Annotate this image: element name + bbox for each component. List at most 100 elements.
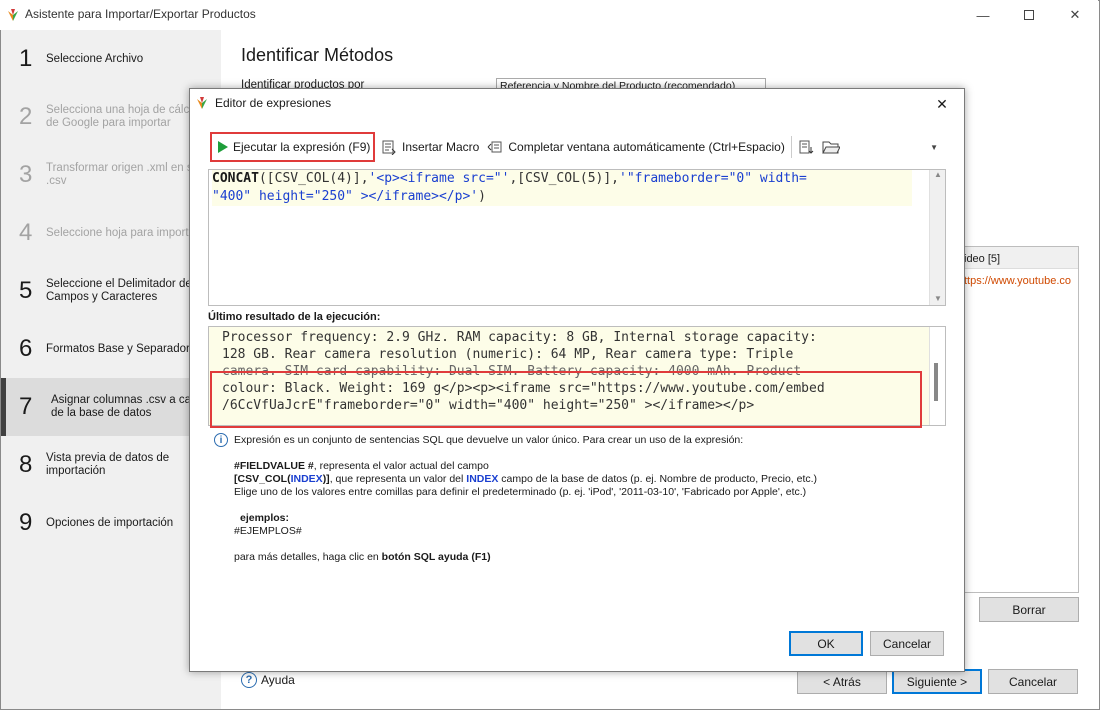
step-label: Opciones de importación [46, 516, 174, 529]
mapping-panel [962, 246, 1079, 593]
autocomplete-button[interactable]: Completar ventana automáticamente (Ctrl+… [483, 133, 788, 161]
step-5[interactable]: 5 Seleccione el Delimitador de Campos y C… [1, 262, 221, 320]
csvcol-open: [CSV_COL( [234, 473, 291, 485]
back-button[interactable]: < Atrás [797, 669, 887, 694]
run-expression-button[interactable]: Ejecutar la expresión (F9) [210, 132, 375, 162]
dialog-close-button[interactable]: ✕ [930, 93, 954, 115]
close-window-button[interactable]: ✕ [1052, 0, 1098, 30]
expr-string: '"frameborder="0" width= [619, 171, 807, 186]
help-icon: ? [241, 672, 257, 688]
fieldvalue-line: #FIELDVALUE #, representa el valor actua… [234, 460, 489, 473]
minimize-icon: — [976, 7, 990, 23]
step-3[interactable]: 3 Transformar origen .xml en s .csv [1, 146, 221, 204]
dialog-title: Editor de expresiones [215, 96, 332, 110]
close-icon: ✕ [1069, 7, 1081, 22]
expression-text[interactable]: CONCAT([CSV_COL(4)],'<p><iframe src="',[… [212, 170, 912, 206]
mapping-column-header: ideo [5] [962, 247, 1078, 269]
ok-button[interactable]: OK [789, 631, 863, 656]
maximize-icon [1024, 10, 1034, 20]
result-scrollbar[interactable] [929, 327, 945, 425]
export-list-icon [799, 140, 814, 154]
chevron-down-icon: ▼ [930, 142, 938, 152]
expr-string: "400" height="250" ></iframe></p>' [212, 189, 479, 204]
fieldvalue-desc: , representa el valor actual del campo [313, 460, 489, 472]
cancel-button[interactable]: Cancelar [870, 631, 944, 656]
fieldvalue-token: #FIELDVALUE # [234, 460, 314, 472]
borrar-button[interactable]: Borrar [979, 597, 1079, 622]
maximize-button[interactable] [1006, 0, 1052, 30]
page-title: Identificar Métodos [241, 45, 394, 65]
step-6[interactable]: 6 Formatos Base y Separadores [1, 320, 221, 378]
editor-scrollbar[interactable]: ▲ ▼ [929, 170, 945, 305]
result-highlight-box [210, 371, 922, 428]
quote-line: Elige uno de los valores entre comillas … [234, 486, 807, 498]
step-number: 3 [19, 161, 33, 188]
step-number: 7 [19, 393, 33, 420]
titlebar: Asistente para Importar/Exportar Product… [0, 0, 1098, 30]
step-8[interactable]: 8 Vista previa de datos de importación [1, 436, 221, 494]
step-label: Vista previa de datos de importación [46, 452, 170, 477]
expr-part: ,[CSV_COL(5)], [509, 171, 620, 186]
result-line: Processor frequency: 2.9 GHz. RAM capaci… [222, 330, 817, 345]
csvcol-close: )] [322, 473, 330, 485]
step-9[interactable]: 9 Opciones de importación [1, 494, 221, 552]
insert-macro-label: Insertar Macro [402, 140, 480, 154]
export-button[interactable] [794, 133, 818, 161]
expression-editor-dialog: Editor de expresiones ✕ Ejecutar la expr… [189, 88, 965, 672]
details-line: para más detalles, haga clic en botón SQ… [234, 551, 491, 564]
examples-label: ejemplos: [240, 512, 290, 524]
step-number: 5 [19, 277, 33, 304]
editor-toolbar: Ejecutar la expresión (F9) Insertar Macr… [207, 131, 952, 163]
scroll-up-icon: ▲ [934, 170, 942, 179]
insert-macro-button[interactable]: Insertar Macro [377, 133, 483, 161]
folder-icon [822, 141, 840, 154]
expr-part: ([CSV_COL(4)], [258, 171, 369, 186]
open-folder-button[interactable] [818, 133, 844, 161]
wizard-steps-sidebar: 1 Seleccione Archivo 2 Selecciona una hoja… [1, 30, 221, 709]
play-icon [218, 141, 228, 153]
step-number: 1 [19, 45, 33, 72]
details-prefix: para más detalles, haga clic en [234, 551, 382, 563]
app-logo-icon [8, 9, 18, 21]
step-label: Formatos Base y Separadores [46, 342, 202, 355]
minimize-button[interactable]: — [960, 0, 1006, 30]
sql-help-link[interactable]: botón SQL ayuda (F1) [382, 551, 491, 563]
result-line: 128 GB. Rear camera resolution (numeric)… [222, 347, 794, 362]
help-button[interactable]: ? Ayuda [241, 672, 295, 688]
help-label: Ayuda [261, 673, 295, 687]
examples-token: #EJEMPLOS# [234, 525, 302, 537]
step-1[interactable]: 1 Seleccione Archivo [1, 30, 221, 88]
csvcol-index2: INDEX [466, 473, 499, 485]
cancel-wizard-button[interactable]: Cancelar [988, 669, 1078, 694]
step-number: 4 [19, 219, 33, 246]
csvcol-line: [CSV_COL(INDEX)], que representa un valo… [234, 473, 817, 486]
toolbar-overflow-button[interactable]: ▼ [926, 133, 942, 161]
autocomplete-icon [488, 141, 502, 153]
scroll-thumb[interactable] [934, 363, 938, 401]
step-number: 9 [19, 509, 33, 536]
window-title: Asistente para Importar/Exportar Product… [25, 7, 256, 21]
step-label: Transformar origen .xml en s .csv [46, 162, 193, 187]
step-4[interactable]: 4 Seleccione hoja para importa [1, 204, 221, 262]
close-icon: ✕ [936, 95, 948, 112]
function-name: CONCAT [212, 171, 259, 186]
step-label: Seleccione hoja para importa [46, 226, 195, 239]
step-7[interactable]: 7 Asignar columnas .csv a cam de la base … [1, 378, 221, 436]
step-label: Selecciona una hoja de cálcu de Google p… [46, 104, 196, 129]
csvcol-desc2: campo de la base de datos (p. ej. Nombre… [498, 473, 818, 485]
step-number: 8 [19, 451, 33, 478]
dialog-logo-icon [197, 97, 207, 109]
step-label: Seleccione el Delimitador de Campos y Ca… [46, 278, 192, 303]
info-intro: Expresión es un conjunto de sentencias S… [234, 434, 744, 446]
step-label: Seleccione Archivo [46, 52, 144, 65]
step-2[interactable]: 2 Selecciona una hoja de cálcu de Google … [1, 88, 221, 146]
autocomplete-label: Completar ventana automáticamente (Ctrl+… [508, 140, 785, 154]
step-number: 2 [19, 103, 33, 130]
macro-icon [382, 140, 396, 155]
step-label: Asignar columnas .csv a cam de la base d… [51, 394, 201, 419]
step-number: 6 [19, 335, 33, 362]
mapping-cell[interactable]: ttps://www.youtube.co [964, 275, 1071, 287]
next-button[interactable]: Siguiente > [892, 669, 982, 694]
result-label: Último resultado de la ejecución: [208, 311, 381, 323]
expr-string: '<p><iframe src="' [368, 171, 510, 186]
